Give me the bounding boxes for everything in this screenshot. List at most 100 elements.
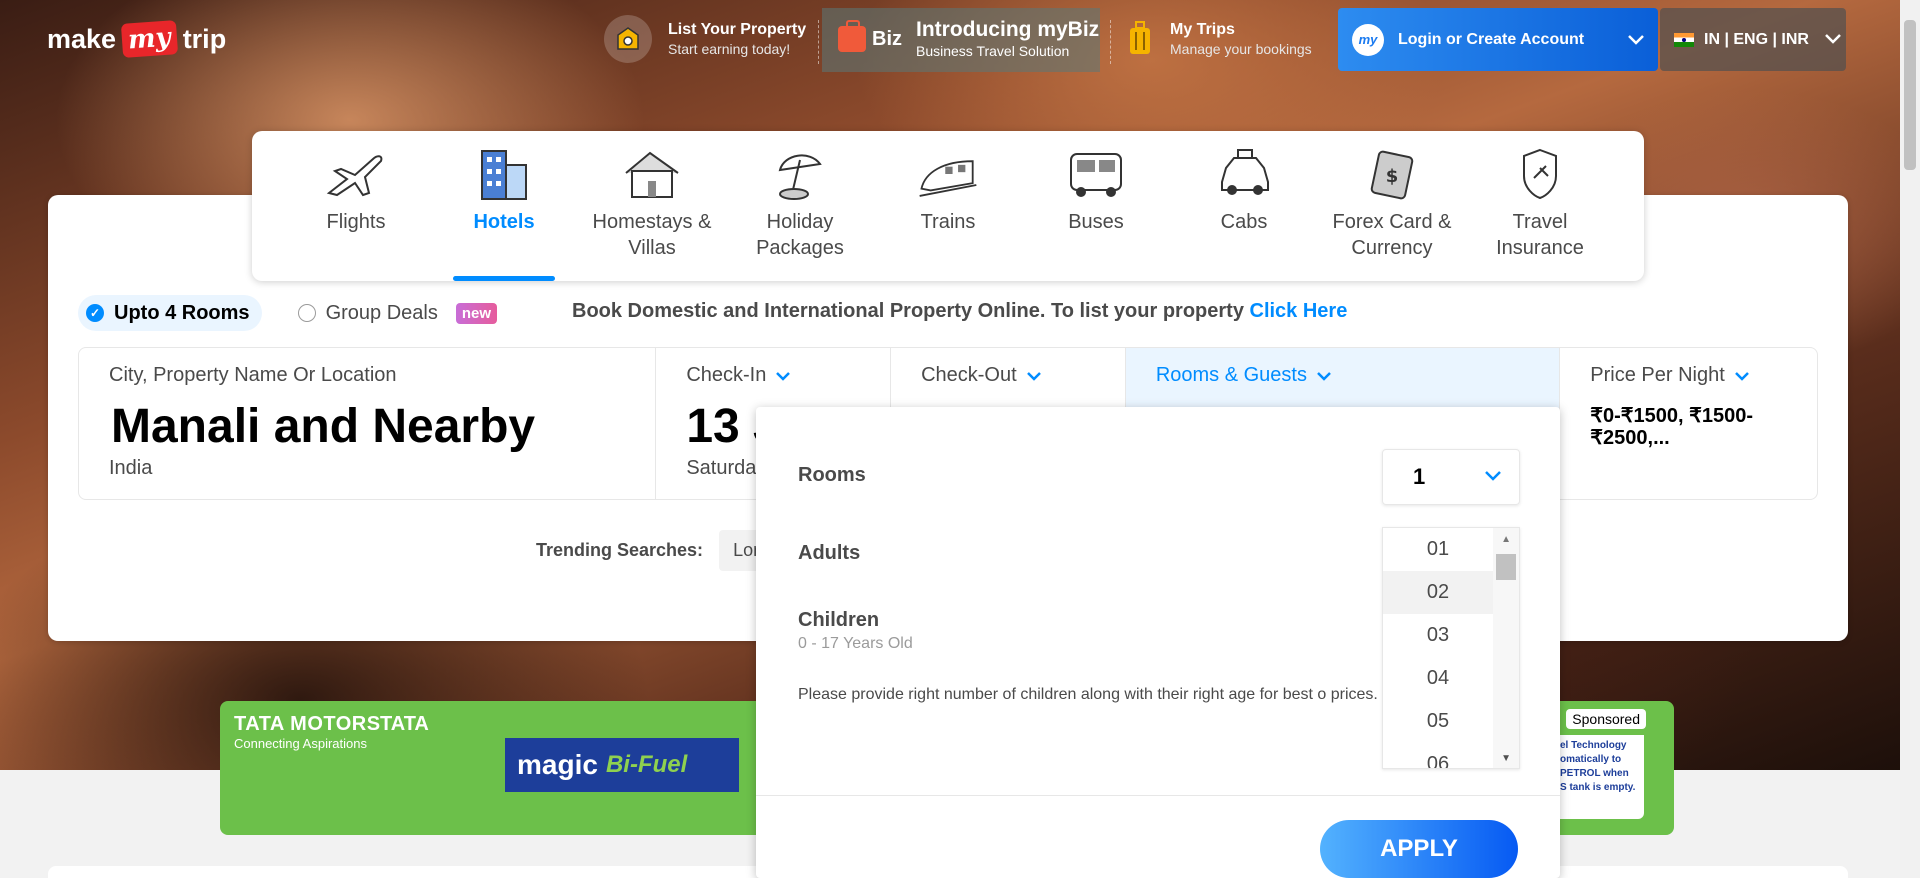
chevron-down-icon [1825, 31, 1841, 49]
car-icon [1212, 145, 1276, 203]
upto-4-rooms-option[interactable]: ✓ Upto 4 Rooms [78, 295, 262, 331]
tab-hotels[interactable]: Hotels [439, 131, 569, 281]
tab-trains[interactable]: Trains [883, 131, 1013, 281]
mybiz-sub: Business Travel Solution [916, 43, 1070, 59]
tab-label: Holiday Packages [756, 211, 844, 259]
apply-button[interactable]: APPLY [1320, 820, 1518, 878]
scroll-down-icon[interactable]: ▼ [1501, 753, 1511, 764]
click-here-link[interactable]: Click Here [1250, 300, 1348, 322]
tab-holiday-packages[interactable]: Holiday Packages [735, 131, 865, 281]
logo-make: make [47, 23, 117, 54]
children-age-hint: 0 - 17 Years Old [798, 635, 913, 652]
new-badge: new [455, 302, 498, 324]
checkmark-icon: ✓ [86, 304, 104, 322]
my-trips-title: My Trips [1170, 21, 1235, 38]
mybiz-logo-text: Biz [872, 27, 902, 50]
rooms-value: 1 [1413, 464, 1426, 489]
adults-options-list[interactable]: 01 02 03 04 05 06 ▲ ▼ [1382, 527, 1520, 769]
mybiz-logo: Biz [838, 20, 902, 52]
tab-label: Hotels [473, 211, 535, 233]
svg-text:$: $ [1386, 166, 1399, 187]
page-scrollbar-thumb[interactable] [1904, 20, 1916, 170]
header-divider [1110, 20, 1111, 64]
tab-label: Travel Insurance [1496, 211, 1584, 259]
tab-cabs[interactable]: Cabs [1179, 131, 1309, 281]
sponsored-badge: Sponsored [1566, 709, 1646, 729]
header-divider [818, 20, 819, 64]
bus-icon [1064, 145, 1128, 203]
page-scrollbar[interactable] [1900, 0, 1920, 878]
tab-label: Buses [1068, 211, 1124, 233]
rooms-select[interactable]: 1 [1382, 449, 1520, 505]
adults-option[interactable]: 02 [1383, 571, 1493, 614]
locale-selector[interactable]: IN | ENG | INR [1660, 8, 1846, 71]
city-value: Manali and Nearby [111, 400, 536, 453]
city-field[interactable]: City, Property Name Or Location Manali a… [79, 348, 657, 499]
price-label: Price Per Night [1590, 364, 1817, 387]
mmt-my-icon: my [1352, 23, 1384, 56]
city-sub: India [109, 457, 153, 479]
category-nav: Flights Hotels Homestays & Villas Holida… [252, 131, 1644, 281]
city-label: City, Property Name Or Location [109, 364, 397, 386]
trending-label: Trending Searches: [536, 540, 704, 560]
adults-option[interactable]: 03 [1383, 614, 1493, 657]
login-button[interactable]: my Login or Create Account [1338, 8, 1658, 71]
magic-bifuel-logo: magic Bi-Fuel [505, 738, 739, 792]
children-label: Children [798, 609, 880, 631]
tab-label: Flights [326, 211, 386, 233]
checkin-label-text: Check-In [686, 364, 767, 386]
group-deals-option[interactable]: Group Deals [297, 301, 438, 325]
list-property-link[interactable]: List Your Property Start earning today! [604, 10, 806, 68]
price-value: ₹0-₹1500, ₹1500-₹2500,... [1590, 405, 1754, 449]
rooms-guests-label-text: Rooms & Guests [1155, 364, 1307, 386]
my-trips-sub: Manage your bookings [1170, 41, 1312, 57]
upto-4-rooms-label: Upto 4 Rooms [114, 301, 250, 324]
checkout-label: Check-Out [921, 364, 1125, 387]
logo-my: my [120, 20, 178, 58]
bifuel-text: Bi-Fuel [605, 751, 688, 778]
adults-option[interactable]: 05 [1383, 700, 1493, 743]
list-property-sub: Start earning today! [668, 41, 791, 57]
price-label-text: Price Per Night [1590, 364, 1725, 386]
adults-option[interactable]: 06 [1383, 743, 1493, 768]
tata-motors-text: TATA MOTORS [234, 713, 381, 735]
group-deals-label: Group Deals [325, 301, 438, 324]
forex-icon: $ [1360, 145, 1424, 203]
list-property-title: List Your Property [668, 21, 807, 38]
tab-forex[interactable]: $ Forex Card & Currency [1327, 131, 1457, 281]
magic-text: magic [517, 749, 598, 780]
tab-label: Cabs [1220, 211, 1268, 233]
my-trips-link[interactable]: My Trips Manage your bookings [1128, 10, 1312, 68]
chevron-down-icon [1734, 368, 1749, 384]
tab-travel-insurance[interactable]: Travel Insurance [1475, 131, 1605, 281]
tab-homestays[interactable]: Homestays & Villas [587, 131, 717, 281]
scroll-up-icon[interactable]: ▲ [1501, 534, 1511, 545]
rooms-guests-dropdown: Rooms 1 Adults Children 0 - 17 Years Old… [756, 407, 1560, 878]
room-type-selector: ✓ Upto 4 Rooms Group Deals new [78, 295, 498, 331]
login-label: Login or Create Account [1398, 30, 1585, 48]
adults-option[interactable]: 01 [1383, 528, 1493, 571]
makemytrip-logo[interactable]: make my trip [47, 14, 226, 64]
hotel-icon [472, 145, 536, 203]
tab-label: Trains [920, 211, 976, 233]
tata-logo-text: TATA [380, 713, 429, 735]
children-note: Please provide right number of children … [798, 686, 1378, 703]
train-icon [916, 145, 980, 203]
radio-icon [297, 304, 316, 322]
tab-flights[interactable]: Flights [291, 131, 421, 281]
adults-option[interactable]: 04 [1383, 657, 1493, 700]
chevron-down-icon [1026, 368, 1041, 384]
key-icon [604, 15, 652, 63]
mybiz-link[interactable]: Biz Introducing myBiz Business Travel So… [838, 10, 1099, 68]
trending-searches: Trending Searches: Lond [536, 530, 788, 571]
tata-logo: TATA [380, 713, 429, 736]
checkin-label: Check-In [686, 364, 890, 387]
suitcase-icon [1128, 19, 1154, 59]
list-scrollbar[interactable]: ▲ ▼ [1493, 528, 1519, 768]
tata-tagline: Connecting Aspirations [234, 736, 367, 751]
chevron-down-icon [1317, 368, 1331, 384]
tab-buses[interactable]: Buses [1031, 131, 1161, 281]
price-field[interactable]: Price Per Night ₹0-₹1500, ₹1500-₹2500,..… [1560, 348, 1817, 499]
scrollbar-thumb[interactable] [1496, 554, 1516, 580]
mybiz-title: Introducing myBiz [916, 18, 1100, 41]
